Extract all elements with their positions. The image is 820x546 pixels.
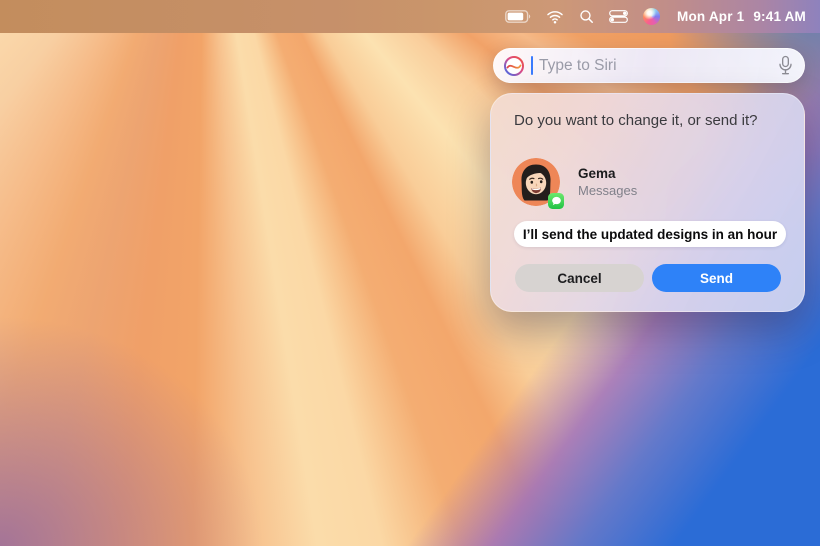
siri-input-bar bbox=[493, 48, 805, 83]
menu-time: 9:41 AM bbox=[753, 9, 806, 24]
contact-name: Gema bbox=[578, 166, 637, 181]
menu-bar: Mon Apr 1 9:41 AM bbox=[0, 0, 820, 33]
action-buttons: Cancel Send bbox=[515, 264, 781, 292]
assistant-question: Do you want to change it, or send it? bbox=[514, 112, 757, 129]
siri-text-input[interactable] bbox=[539, 57, 772, 75]
control-center-icon[interactable] bbox=[609, 10, 628, 23]
desktop-screen: Mon Apr 1 9:41 AM bbox=[0, 0, 820, 546]
contact-app: Messages bbox=[578, 183, 637, 198]
wifi-icon[interactable] bbox=[546, 10, 564, 24]
siri-assistant-panel: Do you want to change it, or send it? bbox=[490, 93, 805, 312]
siri-menu-icon[interactable] bbox=[643, 8, 660, 25]
send-button[interactable]: Send bbox=[652, 264, 781, 292]
contact-card: Gema Messages bbox=[512, 158, 637, 206]
menu-clock[interactable]: Mon Apr 1 9:41 AM bbox=[677, 9, 806, 24]
spotlight-search-icon[interactable] bbox=[579, 9, 594, 24]
menu-date: Mon Apr 1 bbox=[677, 9, 744, 24]
text-cursor bbox=[531, 56, 533, 75]
messages-badge-icon bbox=[548, 193, 564, 209]
microphone-icon[interactable] bbox=[778, 55, 793, 76]
battery-icon[interactable] bbox=[505, 10, 531, 23]
siri-orb-icon bbox=[503, 55, 525, 77]
message-preview-field[interactable]: I’ll send the updated designs in an hour bbox=[514, 221, 786, 247]
cancel-button[interactable]: Cancel bbox=[515, 264, 644, 292]
